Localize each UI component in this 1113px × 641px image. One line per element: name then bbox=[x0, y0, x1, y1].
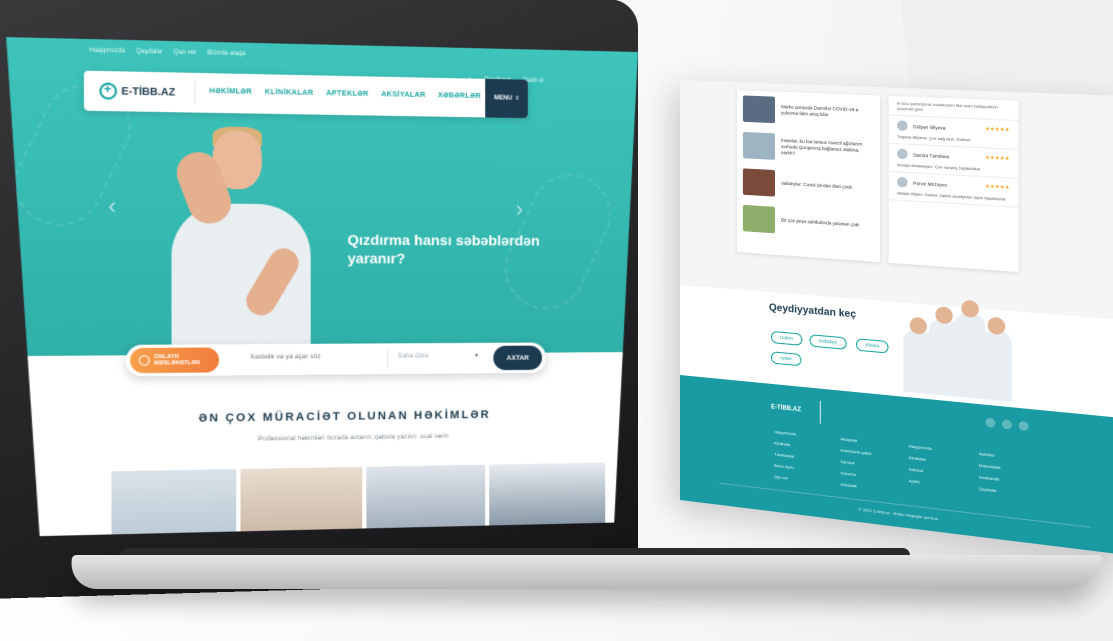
news-thumb bbox=[742, 95, 775, 124]
footer-column: Haqqımızda Klinikalar Sahələr Aptek bbox=[909, 443, 932, 492]
doctor-card[interactable] bbox=[241, 467, 363, 537]
footer-link[interactable]: Məlumatlar bbox=[979, 462, 1001, 470]
nav-item-news[interactable]: XƏBƏRLƏR bbox=[438, 92, 481, 100]
twitter-icon[interactable] bbox=[1001, 419, 1012, 430]
role-clinic-button[interactable]: Klinika bbox=[856, 338, 889, 354]
nav-item-promotions[interactable]: AKSİYALAR bbox=[381, 91, 426, 99]
footer-link[interactable]: Həkimlərlə qəbul bbox=[840, 447, 871, 456]
nav-item-pharmacies[interactable]: APTEKLƏR bbox=[326, 90, 369, 98]
laptop-screen: Haqqımızda Qaydalar Qan ver Bizimlə əlaq… bbox=[6, 37, 638, 537]
footer-link[interactable]: Klinikalar bbox=[774, 440, 796, 447]
footer-link[interactable]: Aksiyalar bbox=[840, 436, 871, 445]
footer-link[interactable]: Aptekler bbox=[979, 451, 1001, 459]
footer-link[interactable]: Haqqımızda bbox=[909, 443, 932, 451]
footer-logo[interactable]: E-TİBB.AZ bbox=[770, 396, 821, 424]
review-name: Samira Təmiləva bbox=[912, 151, 950, 159]
instagram-icon[interactable] bbox=[1018, 420, 1029, 432]
hero-banner: Haqqımızda Qaydalar Qan ver Bizimlə əlaq… bbox=[6, 37, 638, 356]
news-thumb bbox=[742, 168, 775, 197]
chevron-down-icon[interactable]: ▾ bbox=[475, 352, 478, 359]
hero-person-illustration bbox=[172, 130, 311, 355]
main-navbar: E-TİBB.AZ HƏKİMLƏR KLİNİKALAR APTEKLƏR A… bbox=[84, 71, 528, 119]
news-item[interactable]: Bir çox peşə sahibələrdə yaranan çəki bbox=[737, 199, 880, 245]
nav-menu: HƏKİMLƏR KLİNİKALAR APTEKLƏR AKSİYALAR X… bbox=[209, 88, 481, 100]
consult-label: ONLAYN MƏSLƏHƏTLƏR bbox=[154, 353, 200, 367]
footer-link[interactable]: Sahələr bbox=[840, 459, 871, 468]
top-link[interactable]: Bizimlə əlaqə bbox=[207, 50, 245, 57]
avatar bbox=[897, 120, 908, 132]
menu-button[interactable]: MENU ≡ bbox=[485, 79, 528, 118]
footer-link[interactable]: Klinikalar bbox=[909, 455, 932, 463]
news-list: Marko qonşuda Dəmirlər COVID-19-a yoluxm… bbox=[736, 90, 881, 263]
top-link[interactable]: Qan ver bbox=[173, 49, 196, 56]
role-doctor-button[interactable]: Həkim bbox=[770, 330, 803, 346]
news-title: İnsanlar, bu fəa lənsuz mənzil ağızlarım… bbox=[781, 137, 863, 156]
register-title: Qeydiyyatdan keç bbox=[768, 302, 857, 321]
footer-link[interactable]: Xəbərlər bbox=[840, 470, 871, 479]
role-pharmacy-button[interactable]: Aptek bbox=[770, 351, 801, 367]
secondary-page: Marko qonşuda Dəmirlər COVID-19-a yoluxm… bbox=[680, 80, 1113, 557]
nav-item-doctors[interactable]: HƏKİMLƏR bbox=[209, 88, 252, 96]
footer-link[interactable]: Bizim üçün bbox=[774, 463, 796, 471]
news-title: Bir çox peşə sahibələrdə yaranan çəki bbox=[781, 217, 860, 228]
top-link[interactable]: Qaydalar bbox=[136, 49, 163, 56]
doctor-card[interactable] bbox=[111, 469, 236, 537]
online-consult-button[interactable]: ONLAYN MƏSLƏHƏTLƏR bbox=[130, 347, 219, 373]
footer-column: Haqqımızda Klinikalar Tərəfdaşlar Bizim … bbox=[774, 429, 796, 488]
social-links bbox=[985, 417, 1029, 432]
avatar bbox=[897, 148, 908, 160]
review-quote: Tuqana Əliyeva: Çox sağ olun, Doktor! bbox=[897, 133, 971, 143]
site-logo[interactable]: E-TİBB.AZ bbox=[99, 79, 195, 104]
news-section: Marko qonşuda Dəmirlər COVID-19-a yoluxm… bbox=[680, 80, 1113, 321]
section-title: ƏN ÇOX MÜRACİƏT OLUNAN HƏKİMLƏR bbox=[198, 408, 491, 425]
footer-link[interactable]: Gündəlik bbox=[840, 482, 871, 491]
top-link[interactable]: Haqqımızda bbox=[89, 48, 125, 55]
role-user-button[interactable]: İstifadəçi bbox=[809, 334, 847, 350]
doctors-illustration bbox=[903, 292, 1012, 402]
reviews-list: ki sizə qəmetsinəz müalicəsini fikir iza… bbox=[888, 95, 1019, 273]
search-bar: ONLAYN MƏSLƏHƏTLƏR Sahə üzrə ▾ AXTAR bbox=[126, 343, 546, 377]
menu-label: MENU bbox=[494, 95, 513, 102]
footer-column: Aptekler Məlumatlar Sualcavab Qaydalar bbox=[979, 451, 1001, 500]
review-name: Pərviz Mirzəyev bbox=[912, 180, 948, 188]
logo-icon bbox=[99, 83, 117, 100]
star-rating-icon: ★★★★★ bbox=[984, 183, 1010, 192]
review-name: Gülşən Əliyeva bbox=[912, 123, 946, 131]
search-input[interactable] bbox=[250, 353, 377, 361]
news-thumb bbox=[742, 204, 775, 234]
footer-link[interactable]: Sahələr bbox=[909, 466, 932, 474]
star-rating-icon: ★★★★★ bbox=[984, 154, 1010, 163]
hamburger-icon: ≡ bbox=[515, 95, 519, 102]
footer-link[interactable]: Haqqımızda bbox=[774, 429, 796, 436]
search-button[interactable]: AXTAR bbox=[493, 346, 542, 371]
footer-column: Aksiyalar Həkimlərlə qəbul Sahələr Xəbər… bbox=[840, 436, 871, 496]
logo-text: E-TİBB.AZ bbox=[121, 85, 176, 99]
avatar bbox=[897, 176, 908, 188]
chat-icon bbox=[139, 355, 150, 366]
field-select[interactable]: Sahə üzrə bbox=[398, 352, 429, 359]
nav-item-clinics[interactable]: KLİNİKALAR bbox=[265, 89, 314, 97]
footer-link[interactable]: Tərəfdaşlar bbox=[774, 451, 796, 459]
news-title: Valideylər: Covid-19-dan itləri çıxdı bbox=[781, 180, 853, 190]
footer-link[interactable]: Qan ver bbox=[774, 474, 796, 482]
news-title: Marko qonşuda Dəmirlər COVID-19-a yoluxm… bbox=[781, 104, 859, 118]
section-subtitle: Professional həkimləri burada axtarın, q… bbox=[257, 432, 449, 443]
footer-link[interactable]: Aptek bbox=[909, 478, 932, 486]
reviews-intro: ki sizə qəmetsinəz müalicəsini fikir iza… bbox=[897, 100, 998, 112]
slider-next-icon[interactable]: › bbox=[516, 196, 523, 222]
slider-prev-icon[interactable]: ‹ bbox=[108, 192, 116, 219]
footer-link[interactable]: Sualcavab bbox=[979, 474, 1001, 482]
top-links: Haqqımızda Qaydalar Qan ver Bizimlə əlaq… bbox=[89, 48, 245, 58]
facebook-icon[interactable] bbox=[985, 417, 996, 429]
laptop-base bbox=[67, 555, 1103, 589]
news-thumb bbox=[742, 131, 775, 160]
star-rating-icon: ★★★★★ bbox=[984, 126, 1010, 134]
footer-link[interactable]: Qaydalar bbox=[979, 486, 1001, 494]
hero-headline: Qızdırma hansı səbəblərdən yaranır? bbox=[347, 231, 540, 267]
review-item: Pərviz Mirzəyev ★★★★★ Ədalət Əliyev: Dokt… bbox=[888, 172, 1019, 208]
divider bbox=[387, 350, 388, 368]
